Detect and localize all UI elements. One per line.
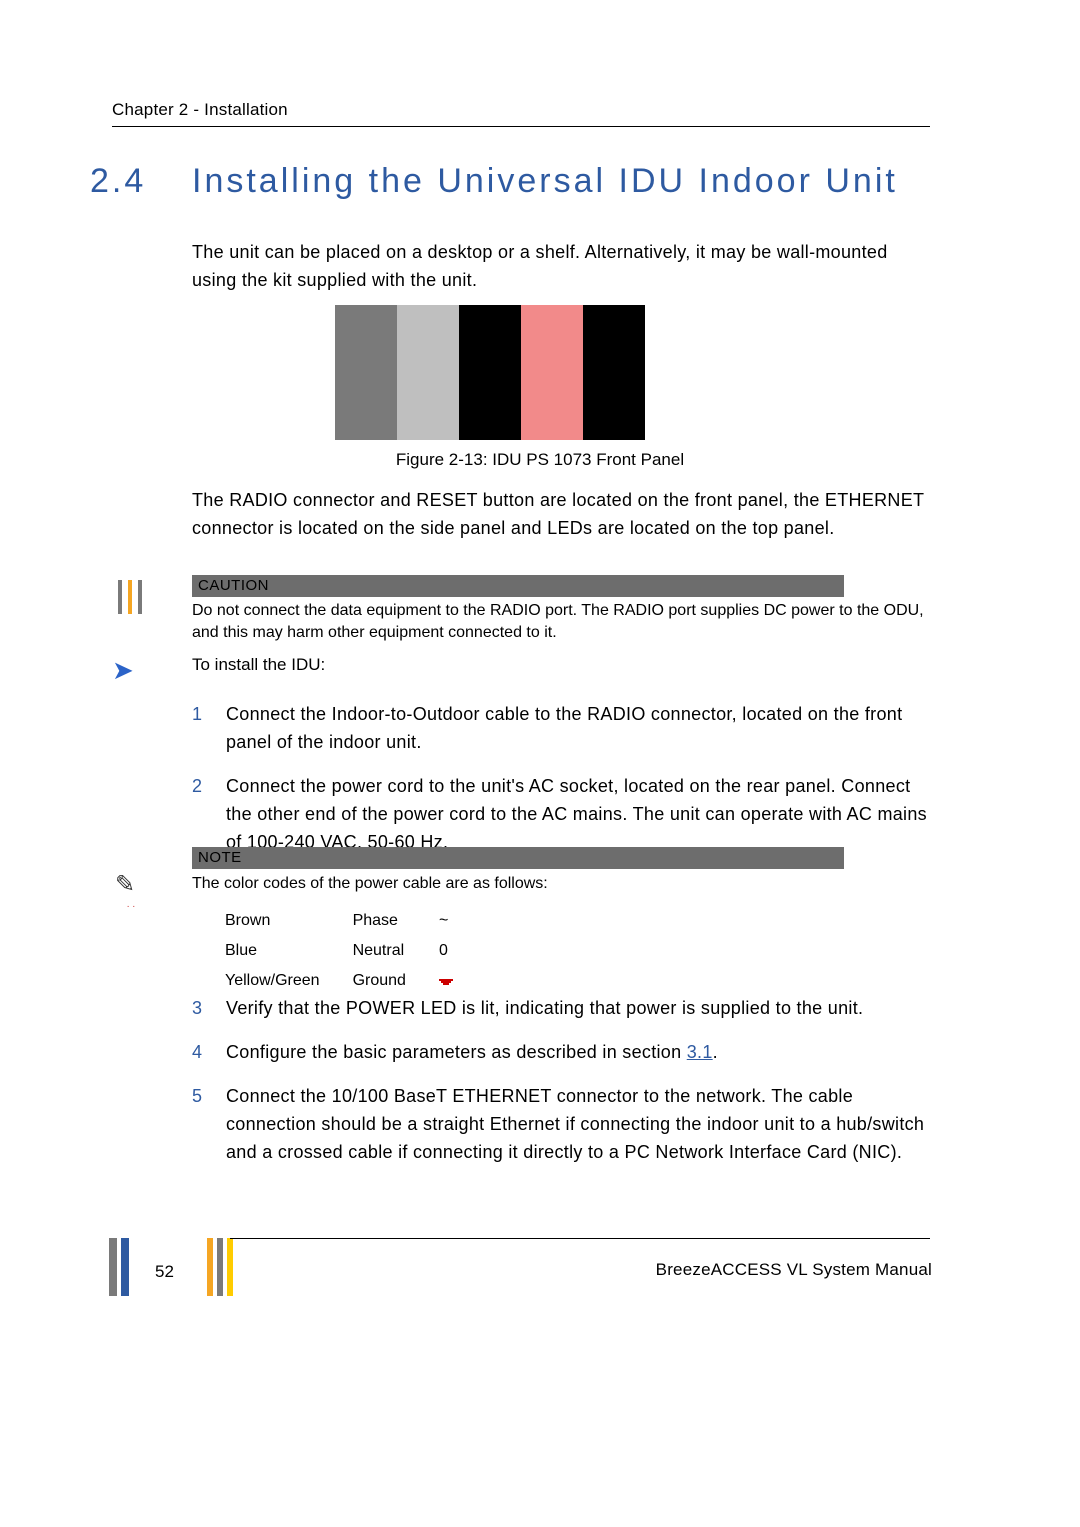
procedure-steps-continued: 3 Verify that the POWER LED is lit, indic…	[192, 994, 932, 1182]
note-text: The color codes of the power cable are a…	[192, 875, 932, 893]
symbol-cell: 0	[438, 937, 483, 965]
figure-caption: Figure 2-13: IDU PS 1073 Front Panel	[0, 450, 1080, 470]
step-number: 3	[192, 994, 210, 1022]
step-number: 1	[192, 700, 210, 756]
procedure-step: 3 Verify that the POWER LED is lit, indic…	[192, 994, 932, 1022]
note-label: NOTE	[192, 847, 844, 869]
section-link[interactable]: 3.1	[687, 1042, 713, 1062]
color-cell: Brown	[224, 907, 350, 935]
manual-title: BreezeACCESS VL System Manual	[656, 1260, 932, 1280]
figure-bar	[583, 305, 645, 440]
footer-divider	[230, 1238, 930, 1239]
intro-paragraph: The unit can be placed on a desktop or a…	[192, 238, 932, 294]
figure-bar	[335, 305, 397, 440]
ground-icon	[439, 979, 453, 985]
caution-label: CAUTION	[192, 575, 844, 597]
procedure-arrow-icon: ➤	[112, 655, 134, 686]
page-number: 52	[155, 1262, 174, 1282]
step-number: 5	[192, 1082, 210, 1166]
chapter-header: Chapter 2 - Installation	[112, 100, 930, 127]
role-cell: Neutral	[352, 937, 436, 965]
page-footer: 52 BreezeACCESS VL System Manual	[112, 1238, 932, 1298]
procedure-step: 1 Connect the Indoor-to-Outdoor cable to …	[192, 700, 932, 756]
step-text: Connect the 10/100 BaseT ETHERNET connec…	[226, 1082, 932, 1166]
page: Chapter 2 - Installation 2.4 Installing …	[0, 0, 1080, 1527]
section-title: Installing the Universal IDU Indoor Unit	[192, 162, 898, 201]
step-number: 2	[192, 772, 210, 856]
panel-description: The RADIO connector and RESET button are…	[192, 486, 932, 542]
figure-bar	[459, 305, 521, 440]
step-text: Connect the Indoor-to-Outdoor cable to t…	[226, 700, 932, 756]
symbol-cell	[438, 967, 483, 995]
note-icon: ✎. .	[115, 870, 135, 910]
role-cell: Ground	[352, 967, 436, 995]
caution-text: Do not connect the data equipment to the…	[192, 600, 932, 644]
table-row: Yellow/GreenGround	[224, 967, 483, 995]
step-text: Configure the basic parameters as descri…	[226, 1038, 932, 1066]
role-cell: Phase	[352, 907, 436, 935]
caution-icon	[118, 580, 158, 614]
figure-bar	[521, 305, 583, 440]
procedure-step: 5Connect the 10/100 BaseT ETHERNET conne…	[192, 1082, 932, 1166]
procedure-step: 2Connect the power cord to the unit's AC…	[192, 772, 932, 856]
color-cell: Blue	[224, 937, 350, 965]
section-number: 2.4	[90, 162, 146, 201]
step-number: 4	[192, 1038, 210, 1066]
procedure-heading: To install the IDU:	[192, 655, 932, 675]
step-text: Verify that the POWER LED is lit, indica…	[226, 994, 932, 1022]
procedure-step: 4 Configure the basic parameters as descr…	[192, 1038, 932, 1066]
table-row: BrownPhase~	[224, 907, 483, 935]
figure-image	[335, 305, 645, 440]
table-row: BlueNeutral0	[224, 937, 483, 965]
figure-bar	[397, 305, 459, 440]
step-text: Connect the power cord to the unit's AC …	[226, 772, 932, 856]
symbol-cell: ~	[438, 907, 483, 935]
color-cell: Yellow/Green	[224, 967, 350, 995]
color-code-table: BrownPhase~BlueNeutral0Yellow/GreenGroun…	[222, 905, 485, 997]
